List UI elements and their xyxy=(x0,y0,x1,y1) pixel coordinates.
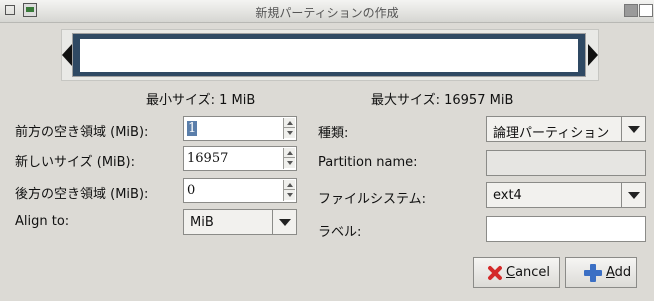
maximize-icon[interactable] xyxy=(624,4,638,17)
spin-down-icon[interactable] xyxy=(284,190,295,200)
partition-type-combo[interactable]: 論理パーティション xyxy=(486,116,646,142)
chevron-down-icon[interactable] xyxy=(272,210,296,234)
filesystem-value: ext4 xyxy=(493,188,522,203)
label-input[interactable] xyxy=(486,216,646,242)
resize-right-handle-icon[interactable] xyxy=(588,44,598,66)
new-size-spinner[interactable]: 16957 xyxy=(183,146,297,171)
align-to-combo[interactable]: MiB xyxy=(183,209,297,235)
partition-bar-fill xyxy=(80,39,578,72)
spin-up-icon[interactable] xyxy=(284,148,295,158)
partition-name-label: Partition name: xyxy=(318,155,418,170)
align-to-value: MiB xyxy=(190,215,214,230)
cancel-button-label: Cancel xyxy=(506,265,550,280)
cancel-mnemonic: C xyxy=(506,265,516,280)
cancel-icon xyxy=(487,265,503,281)
free-after-label: 後方の空き領域 (MiB): xyxy=(15,187,149,202)
add-button-label: Add xyxy=(606,265,631,280)
spinner-buttons xyxy=(283,148,295,169)
cancel-button[interactable]: Cancel xyxy=(473,257,560,288)
spin-up-icon[interactable] xyxy=(284,118,295,128)
partition-name-input[interactable] xyxy=(486,150,646,176)
spin-down-icon[interactable] xyxy=(284,128,295,138)
add-icon xyxy=(584,264,602,282)
add-mnemonic: A xyxy=(606,265,615,280)
max-size-label: 最大サイズ: 16957 MiB xyxy=(371,93,514,108)
spinner-buttons xyxy=(283,180,295,201)
free-after-value[interactable]: 0 xyxy=(187,183,195,198)
spin-down-icon[interactable] xyxy=(284,158,295,168)
chevron-down-icon[interactable] xyxy=(621,183,645,207)
filesystem-label: ファイルシステム: xyxy=(318,192,426,207)
free-after-spinner[interactable]: 0 xyxy=(183,178,297,203)
filesystem-combo[interactable]: ext4 xyxy=(486,182,646,208)
cancel-label-rest: ancel xyxy=(515,265,551,280)
add-button[interactable]: Add xyxy=(565,257,637,288)
free-before-label: 前方の空き領域 (MiB): xyxy=(15,125,149,140)
free-before-value[interactable]: 1 xyxy=(187,121,198,136)
spin-up-icon[interactable] xyxy=(284,180,295,190)
label-label: ラベル: xyxy=(318,225,362,240)
window-title: 新規パーティションの作成 xyxy=(255,6,399,20)
free-before-spinner[interactable]: 1 xyxy=(183,116,297,141)
add-label-rest: dd xyxy=(614,265,632,280)
new-size-value[interactable]: 16957 xyxy=(187,151,228,166)
new-size-label: 新しいサイズ (MiB): xyxy=(15,155,136,170)
min-size-label: 最小サイズ: 1 MiB xyxy=(146,93,256,108)
title-bar: 新規パーティションの作成 xyxy=(0,0,654,23)
chevron-down-icon[interactable] xyxy=(621,117,645,141)
partition-type-value: 論理パーティション xyxy=(493,126,610,141)
type-label: 種類: xyxy=(318,126,349,141)
close-icon[interactable] xyxy=(639,4,653,17)
spinner-buttons xyxy=(283,118,295,139)
align-to-label: Align to: xyxy=(15,214,70,229)
resize-left-handle-icon[interactable] xyxy=(62,44,72,66)
